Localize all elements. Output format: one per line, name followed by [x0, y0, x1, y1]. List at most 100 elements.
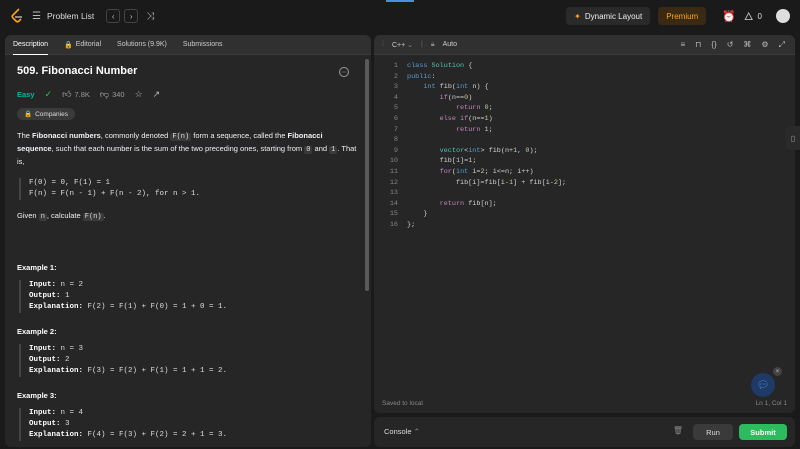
expand-icon[interactable]: ⤢ — [779, 40, 785, 50]
line-number: 4 — [393, 93, 398, 102]
tab-submissions[interactable]: Submissions — [183, 35, 223, 55]
command-icon[interactable]: ⌘ — [743, 40, 751, 50]
avatar[interactable] — [776, 9, 790, 23]
page-title: 509. Fibonacci Number — [17, 65, 138, 77]
dislike-button[interactable]: 👎︎ 340 — [100, 89, 125, 100]
lock-icon: 🔒 — [64, 41, 73, 49]
reset-icon[interactable]: ↺ — [727, 40, 734, 50]
braces-icon[interactable]: {} — [711, 40, 716, 50]
divider: | — [421, 41, 423, 48]
line-number: 6 — [393, 115, 398, 123]
fire-icon[interactable]: 🜂 — [744, 5, 754, 27]
side-panel-toggle[interactable]: ▯ — [786, 126, 800, 150]
code-line: vector<int> fib(n+1, 0); — [439, 146, 538, 155]
text: and — [312, 144, 330, 153]
formula-line: F(n) = F(n - 1) + F(n - 2), for n > 1. — [29, 190, 201, 198]
example-2: Example 2: Input: n = 3 Output: 2 Explan… — [17, 327, 359, 377]
example-block: Input: n = 2 Output: 1 Explanation: F(2)… — [19, 280, 359, 313]
auto-mode-label[interactable]: Auto — [443, 41, 457, 48]
text: Given — [17, 211, 39, 220]
explanation-label: Explanation: — [29, 303, 84, 311]
line-number: 3 — [393, 83, 398, 92]
trash-icon[interactable]: 🗑︎ — [673, 426, 683, 435]
output-label: Output: — [29, 356, 61, 364]
prev-problem-button[interactable]: ‹ — [106, 9, 121, 23]
example-explanation: F(4) = F(3) + F(2) = 2 + 1 = 3. — [87, 431, 228, 439]
formula-line: F(0) = 0, F(1) = 1 — [29, 179, 111, 187]
description-content: ⋯ 509. Fibonacci Number Easy ✓ 👍︎ 7.8K 👎… — [5, 55, 371, 447]
example-output: 1 — [65, 292, 70, 300]
favorite-button[interactable]: ☆ — [135, 89, 143, 100]
tab-description[interactable]: Description — [13, 35, 49, 55]
console-toggle[interactable]: Console ⌃ — [384, 427, 420, 436]
shuffle-icon[interactable]: ⤨ — [146, 11, 154, 22]
line-number: 15 — [389, 210, 398, 219]
problem-meta: Easy ✓ 👍︎ 7.8K 👎︎ 340 ☆ ↗ — [17, 89, 359, 100]
text: form a sequence, called the — [191, 131, 288, 140]
chevron-up-icon: ⌃ — [413, 427, 420, 436]
submit-button[interactable]: Submit — [739, 424, 787, 440]
example-input: n = 4 — [60, 409, 84, 417]
next-problem-button[interactable]: › — [124, 9, 139, 23]
streak-count: 0 — [757, 11, 762, 21]
like-button[interactable]: 👍︎ 7.8K — [62, 89, 90, 100]
settings-gear-icon[interactable]: ⚙ — [761, 40, 768, 50]
line-number: 13 — [389, 189, 398, 198]
text: , calculate — [46, 211, 83, 220]
companies-label: Companies — [35, 110, 68, 118]
code-line: return fib[n]; — [439, 199, 497, 208]
bookmark-icon[interactable]: ⊓ — [695, 40, 701, 50]
description-tabs: Description 🔒 Editorial Solutions (9.9K)… — [5, 35, 371, 55]
code-editor[interactable]: 1 class Solution { 2 public: 3 int fib(i… — [374, 55, 795, 229]
thumbs-up-icon: 👍︎ — [62, 89, 72, 99]
share-button[interactable]: ↗ — [153, 89, 161, 100]
premium-button[interactable]: Premium — [658, 7, 707, 25]
tab-submissions-label: Submissions — [182, 41, 223, 48]
input-label: Input: — [29, 345, 57, 353]
line-number: 7 — [393, 125, 398, 134]
language-label: C++ — [391, 41, 406, 49]
share-icon: ↗ — [152, 89, 161, 99]
language-select[interactable]: C++ ⌄ — [392, 41, 413, 49]
difficulty-badge: Easy — [17, 90, 35, 99]
example-block: Input: n = 4 Output: 3 Explanation: F(4)… — [19, 408, 359, 441]
dynamic-layout-button[interactable]: ✦ Dynamic Layout — [566, 7, 651, 25]
drag-handle-icon[interactable]: ⁞ — [382, 41, 384, 48]
scrollbar[interactable] — [365, 59, 369, 291]
text: The — [17, 131, 33, 140]
more-options-icon[interactable]: ⋯ — [339, 67, 349, 77]
close-icon[interactable]: × — [773, 367, 782, 376]
active-indicator — [386, 0, 414, 2]
example-input: n = 3 — [60, 345, 84, 353]
code-line: else if(n==1) — [439, 115, 493, 123]
problem-list-icon[interactable]: ☰ — [32, 11, 41, 22]
example-3: Example 3: Input: n = 4 Output: 3 Explan… — [17, 391, 359, 441]
code-line: }; — [407, 221, 416, 229]
line-number: 14 — [389, 199, 398, 208]
solved-check-icon: ✓ — [44, 89, 53, 99]
example-input: n = 2 — [60, 281, 84, 289]
code-line: public: — [407, 72, 436, 81]
problem-list-link[interactable]: Problem List — [47, 11, 94, 21]
tab-editorial[interactable]: 🔒 Editorial — [64, 35, 101, 55]
alarm-clock-icon[interactable]: ⏰ — [722, 10, 736, 23]
dynamic-layout-label: Dynamic Layout — [584, 11, 643, 21]
leetcode-logo-icon[interactable] — [10, 8, 24, 24]
like-count: 7.8K — [74, 90, 90, 99]
tab-solutions[interactable]: Solutions (9.9K) — [117, 35, 167, 55]
chat-assistant-button[interactable]: 💬︎ — [751, 373, 775, 397]
description-panel: Description 🔒 Editorial Solutions (9.9K)… — [5, 35, 371, 447]
code-panel: ⁞ C++ ⌄ | 🔒︎ Auto ≡ ⊓ {} ↺ ⌘ ⚙ ⤢ 1 class… — [374, 35, 795, 413]
companies-tag[interactable]: 🔒 Companies — [17, 108, 75, 120]
output-label: Output: — [29, 420, 61, 428]
format-icon[interactable]: ≡ — [680, 40, 685, 50]
top-bar: ☰ Problem List ‹ › ⤨ ✦ Dynamic Layout Pr… — [0, 0, 800, 32]
example-title: Example 2: — [17, 327, 57, 336]
code-line: for(int i=2; i<=n; i++) — [439, 168, 534, 176]
example-block: Input: n = 3 Output: 2 Explanation: F(3)… — [19, 344, 359, 377]
code-line: fib[1]=1; — [407, 157, 477, 166]
star-icon: ☆ — [134, 89, 143, 99]
example-1: Example 1: Input: n = 2 Output: 1 Explan… — [17, 263, 359, 313]
run-button[interactable]: Run — [693, 424, 733, 440]
dislike-count: 340 — [112, 90, 125, 99]
